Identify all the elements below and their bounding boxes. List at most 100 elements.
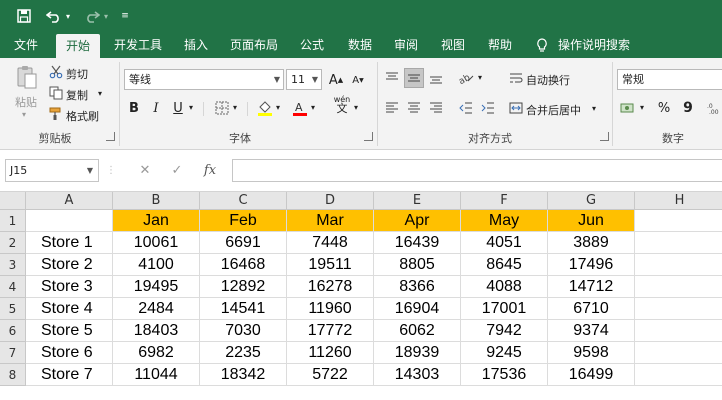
borders-dropdown-icon[interactable]: ▾ — [233, 103, 237, 112]
undo-dropdown-icon[interactable]: ▾ — [63, 7, 73, 25]
row-header-8[interactable]: 8 — [0, 364, 26, 386]
cell-a3[interactable]: Store 2 — [26, 254, 113, 276]
cell-h8[interactable] — [635, 364, 722, 386]
cell-b8[interactable]: 11044 — [113, 364, 200, 386]
increase-font-size-button[interactable]: A ▲ — [326, 70, 346, 90]
cell-f3[interactable]: 8645 — [461, 254, 548, 276]
column-header-f[interactable]: F — [461, 192, 548, 210]
cell-a5[interactable]: Store 4 — [26, 298, 113, 320]
customize-quick-access-icon[interactable]: ≡ — [119, 7, 131, 25]
cell-g7[interactable]: 9598 — [548, 342, 635, 364]
save-icon[interactable] — [14, 7, 34, 25]
cell-e6[interactable]: 6062 — [374, 320, 461, 342]
cell-a7[interactable]: Store 6 — [26, 342, 113, 364]
paste-icon[interactable] — [14, 64, 40, 90]
font-size-combo[interactable]: 11 ▼ — [286, 69, 322, 90]
cell-f2[interactable]: 4051 — [461, 232, 548, 254]
alignment-launcher-icon[interactable] — [600, 132, 609, 141]
orientation-dropdown-icon[interactable]: ▾ — [478, 73, 482, 82]
cell-g5[interactable]: 6710 — [548, 298, 635, 320]
column-header-c[interactable]: C — [200, 192, 287, 210]
cell-c6[interactable]: 7030 — [200, 320, 287, 342]
column-header-g[interactable]: G — [548, 192, 635, 210]
undo-icon[interactable] — [44, 7, 64, 25]
cell-e2[interactable]: 16439 — [374, 232, 461, 254]
format-painter-icon[interactable] — [48, 106, 64, 122]
cell-f1[interactable]: May — [461, 210, 548, 232]
copy-icon[interactable] — [48, 85, 64, 101]
clipboard-launcher-icon[interactable] — [106, 132, 115, 141]
percent-style-button[interactable]: % — [654, 98, 674, 118]
merge-center-label[interactable]: 合并后居中 — [526, 102, 581, 118]
middle-align-icon[interactable] — [404, 68, 424, 88]
cell-d8[interactable]: 5722 — [287, 364, 374, 386]
fill-color-icon[interactable] — [255, 98, 275, 118]
underline-dropdown-icon[interactable]: ▾ — [189, 103, 193, 112]
copy-label[interactable]: 复制 — [66, 87, 88, 103]
cell-g4[interactable]: 14712 — [548, 276, 635, 298]
cell-d2[interactable]: 7448 — [287, 232, 374, 254]
cell-b5[interactable]: 2484 — [113, 298, 200, 320]
tab-home[interactable]: 开始 — [56, 34, 100, 58]
paste-label[interactable]: 粘贴 — [15, 94, 37, 110]
cell-c3[interactable]: 16468 — [200, 254, 287, 276]
cell-c2[interactable]: 6691 — [200, 232, 287, 254]
cell-a4[interactable]: Store 3 — [26, 276, 113, 298]
row-header-3[interactable]: 3 — [0, 254, 26, 276]
cell-h1[interactable] — [635, 210, 722, 232]
cell-e3[interactable]: 8805 — [374, 254, 461, 276]
select-all-corner[interactable] — [0, 192, 26, 210]
cell-b2[interactable]: 10061 — [113, 232, 200, 254]
copy-dropdown-icon[interactable]: ▾ — [98, 89, 102, 98]
accounting-format-icon[interactable] — [618, 98, 638, 118]
formula-bar-grip-icon[interactable]: ⋮ — [106, 160, 116, 180]
cell-d1[interactable]: Mar — [287, 210, 374, 232]
accounting-dropdown-icon[interactable]: ▾ — [640, 103, 644, 112]
cell-d4[interactable]: 16278 — [287, 276, 374, 298]
cell-h2[interactable] — [635, 232, 722, 254]
column-header-e[interactable]: E — [374, 192, 461, 210]
cell-a2[interactable]: Store 1 — [26, 232, 113, 254]
enter-icon[interactable]: ✓ — [167, 160, 187, 180]
orientation-icon[interactable]: ab — [456, 68, 476, 88]
column-header-a[interactable]: A — [26, 192, 113, 210]
formula-input[interactable] — [232, 159, 722, 182]
cell-d6[interactable]: 17772 — [287, 320, 374, 342]
cell-f4[interactable]: 4088 — [461, 276, 548, 298]
cell-e8[interactable]: 14303 — [374, 364, 461, 386]
wrap-text-label[interactable]: 自动换行 — [526, 72, 570, 88]
tab-help[interactable]: 帮助 — [480, 32, 520, 58]
cell-a6[interactable]: Store 5 — [26, 320, 113, 342]
cell-c8[interactable]: 18342 — [200, 364, 287, 386]
align-right-icon[interactable] — [426, 98, 446, 118]
row-header-4[interactable]: 4 — [0, 276, 26, 298]
redo-icon[interactable] — [82, 7, 102, 25]
fill-color-dropdown-icon[interactable]: ▾ — [276, 103, 280, 112]
tell-me-search[interactable]: 操作说明搜索 — [558, 32, 638, 58]
comma-style-button[interactable]: 9 — [678, 98, 698, 118]
cell-g6[interactable]: 9374 — [548, 320, 635, 342]
tab-page-layout[interactable]: 页面布局 — [226, 32, 282, 58]
tab-insert[interactable]: 插入 — [176, 32, 216, 58]
cell-c5[interactable]: 14541 — [200, 298, 287, 320]
cell-e1[interactable]: Apr — [374, 210, 461, 232]
cell-h6[interactable] — [635, 320, 722, 342]
cell-e7[interactable]: 18939 — [374, 342, 461, 364]
font-color-icon[interactable]: A — [290, 98, 310, 118]
font-launcher-icon[interactable] — [364, 132, 373, 141]
column-header-b[interactable]: B — [113, 192, 200, 210]
row-header-1[interactable]: 1 — [0, 210, 26, 232]
row-header-7[interactable]: 7 — [0, 342, 26, 364]
bold-button[interactable]: B — [124, 98, 144, 118]
cancel-icon[interactable]: ✕ — [135, 160, 155, 180]
merge-dropdown-icon[interactable]: ▾ — [592, 104, 596, 113]
cell-h3[interactable] — [635, 254, 722, 276]
row-header-6[interactable]: 6 — [0, 320, 26, 342]
cell-b3[interactable]: 4100 — [113, 254, 200, 276]
tab-developer[interactable]: 开发工具 — [108, 32, 168, 58]
tab-file[interactable]: 文件 — [6, 32, 46, 58]
tab-review[interactable]: 审阅 — [386, 32, 426, 58]
merge-center-icon[interactable] — [508, 100, 524, 116]
cell-g1[interactable]: Jun — [548, 210, 635, 232]
cell-b6[interactable]: 18403 — [113, 320, 200, 342]
